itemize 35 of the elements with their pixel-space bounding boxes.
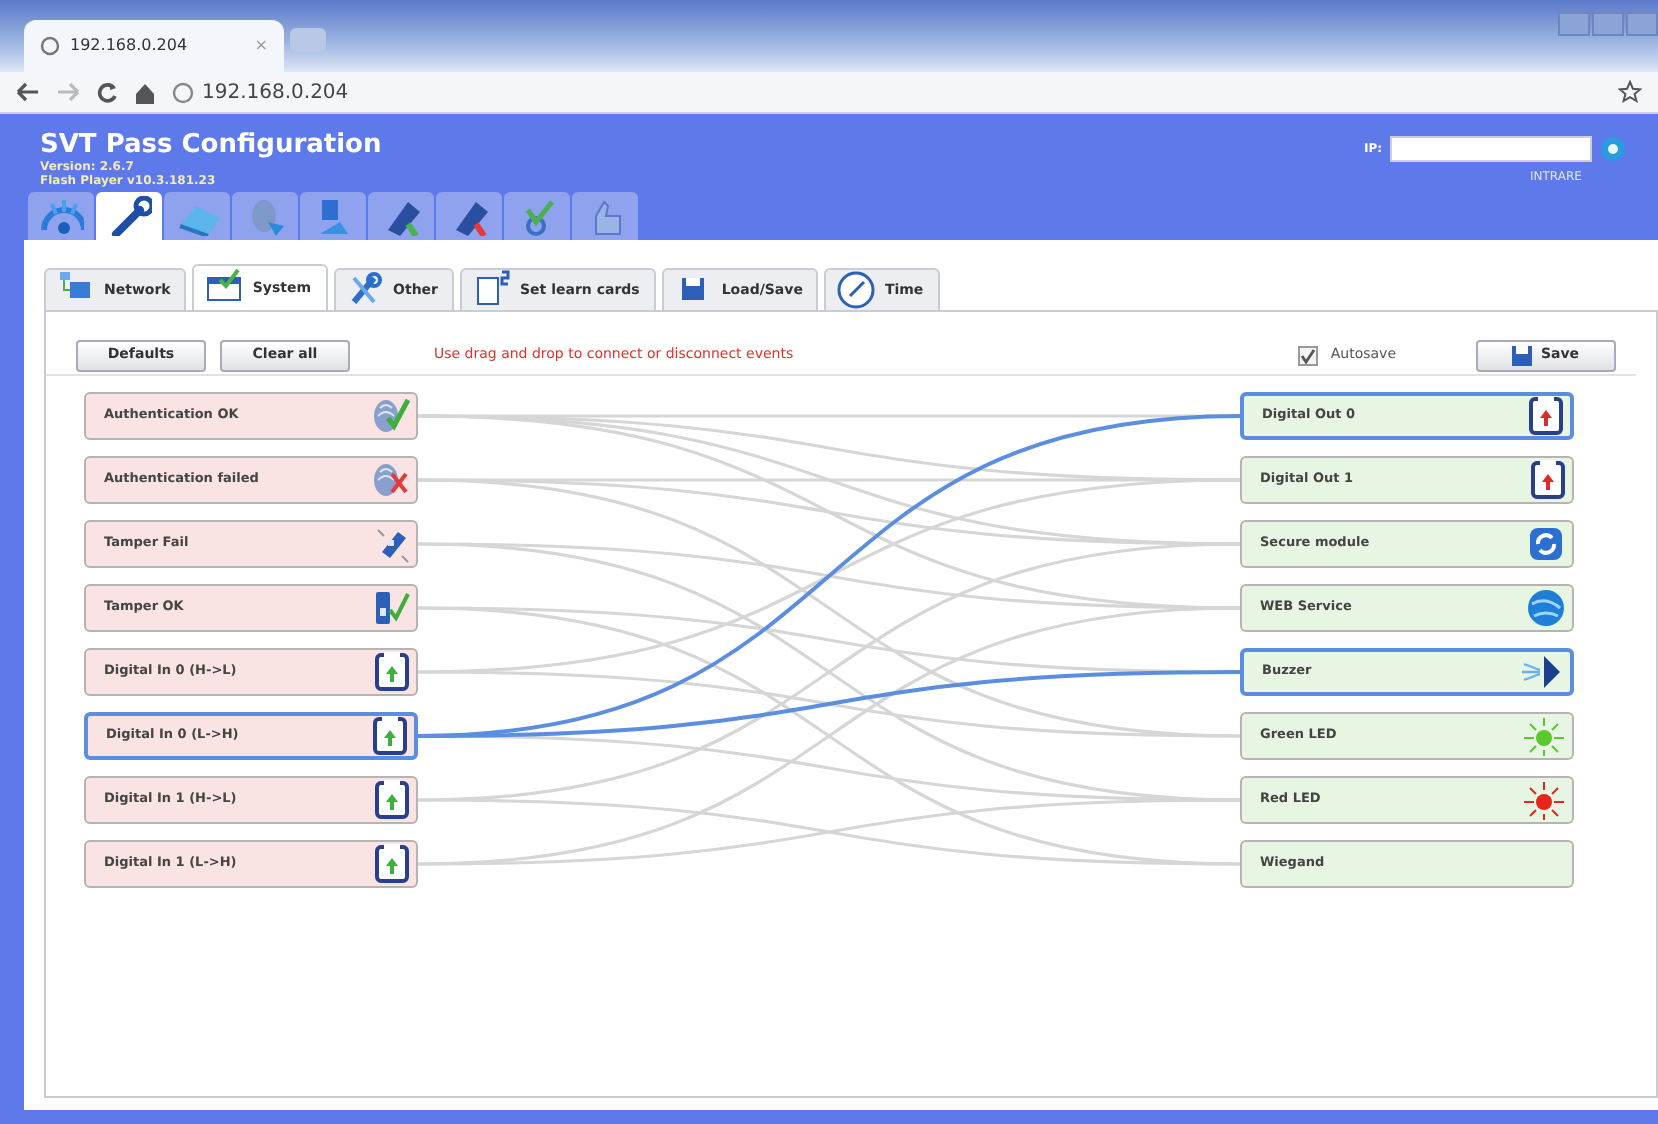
led-icon: [1522, 780, 1566, 820]
input-icon: [374, 780, 410, 820]
highlighted-connection-line[interactable]: [417, 670, 1241, 738]
cards-icon: [472, 270, 512, 310]
module-icon: [107, 196, 151, 236]
autosave-checkbox[interactable]: [1298, 345, 1319, 365]
browser-tab[interactable]: 192.168.0.204 ×: [24, 20, 284, 72]
home-icon[interactable]: [134, 81, 156, 103]
go-icon[interactable]: [1600, 136, 1627, 162]
module-tab[interactable]: [96, 192, 162, 240]
minimize-button[interactable]: [1558, 12, 1590, 36]
url-text: 192.168.0.204: [202, 79, 349, 107]
back-icon[interactable]: [16, 82, 40, 102]
input-icon: [374, 844, 410, 884]
forward-icon[interactable]: [56, 82, 80, 102]
output-icon: [1530, 460, 1566, 500]
globe-icon: [172, 81, 194, 103]
ip-field[interactable]: [1390, 136, 1593, 162]
module-tab[interactable]: [368, 192, 434, 240]
clock-icon: [836, 270, 877, 310]
input-icon: [374, 652, 410, 692]
tab-title: 192.168.0.204: [70, 34, 188, 58]
app-title: SVT Pass Configuration: [40, 130, 382, 160]
module-tab[interactable]: [436, 192, 502, 240]
led-icon: [1522, 716, 1566, 756]
input-icon: [372, 716, 408, 756]
reload-icon[interactable]: [96, 81, 118, 103]
output-icon: [1528, 396, 1564, 436]
star-icon[interactable]: [1618, 80, 1642, 104]
speaker-icon: [1520, 652, 1564, 692]
close-button[interactable]: [1626, 12, 1658, 36]
module-icon: [39, 196, 83, 236]
globe-icon: [40, 36, 60, 56]
globe-icon: [1526, 588, 1566, 628]
maximize-button[interactable]: [1592, 12, 1624, 36]
